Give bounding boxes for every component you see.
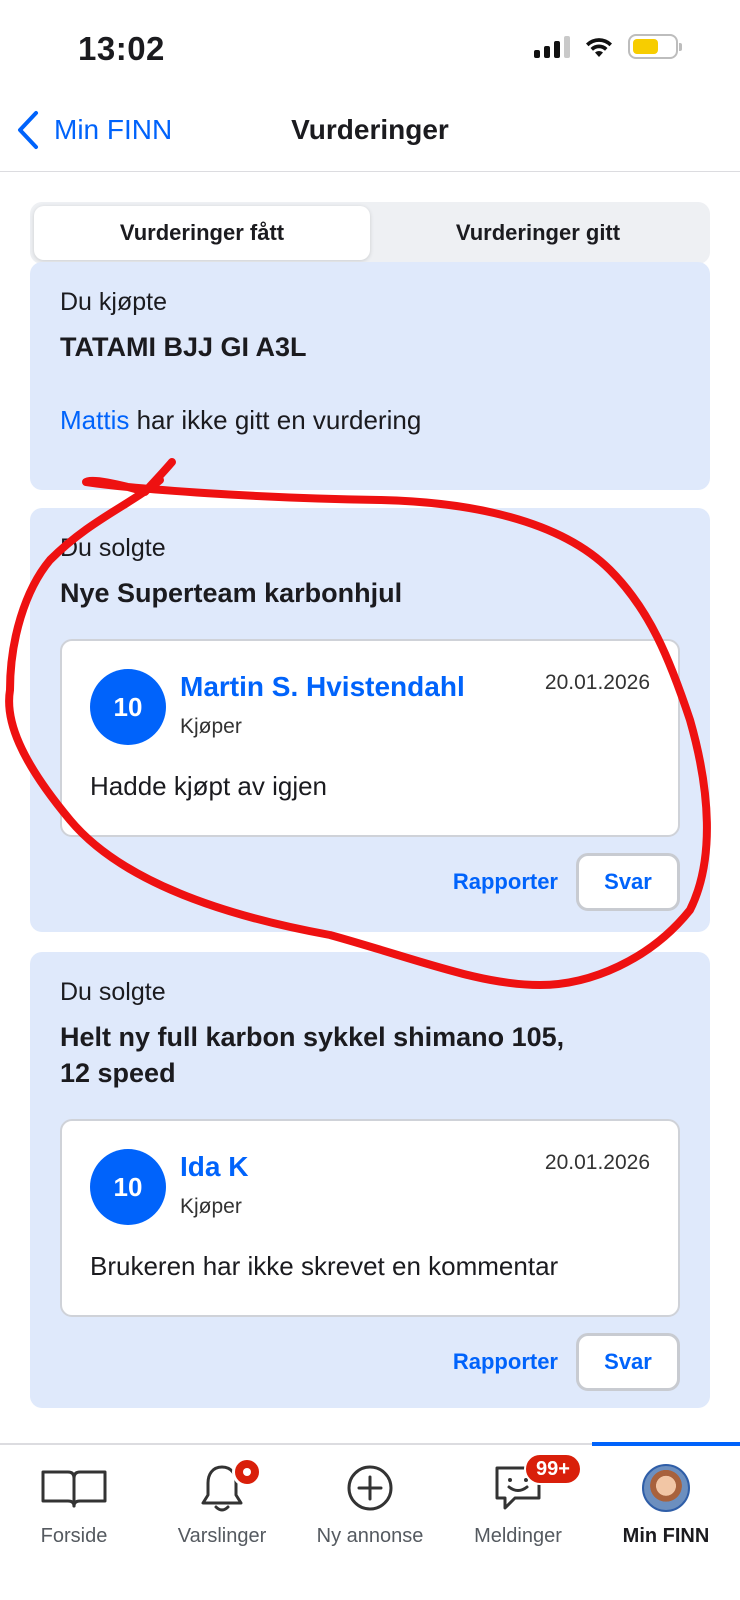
tab-meldinger[interactable]: 99+ Meldinger [444,1453,592,1548]
card-title-line: 12 speed [60,1058,176,1088]
counterparty-link[interactable]: Mattis [60,405,129,435]
card-kind: Du solgte [60,978,166,1006]
avatar [642,1464,690,1512]
review-date: 20.01.2026 [544,1151,650,1174]
rating-card: Du solgte Nye Superteam karbonhjul 10 Ma… [30,508,710,932]
review-actions: Rapporter Svar [60,1333,680,1391]
card-title: TATAMI BJJ GI A3L [60,332,307,362]
review-box: 10 Martin S. Hvistendahl Kjøper 20.01.20… [60,639,680,837]
reviewer-name-link[interactable]: Ida K [180,1151,248,1183]
status-bar: 13:02 [0,0,740,100]
card-kind: Du solgte [60,534,166,562]
tab-min-finn[interactable]: Min FINN [592,1459,740,1548]
status-icons [534,34,682,59]
reviewer-role: Kjøper [180,1195,242,1218]
no-review-label: har ikke gitt en vurdering [129,405,422,435]
rating-card: Du solgte Helt ny full karbon sykkel shi… [30,952,710,1408]
bottom-tab-bar: Forside Varslinger Ny annonse 99+ Meldin… [0,1442,740,1600]
report-button[interactable]: Rapporter [453,869,558,895]
tab-ny-annonse[interactable]: Ny annonse [296,1459,444,1548]
card-kind: Du kjøpte [60,288,167,316]
review-comment: Brukeren har ikke skrevet en kommentar [90,1251,559,1281]
tab-forside[interactable]: Forside [0,1459,148,1548]
tab-label: Forside [40,1525,108,1547]
tab-label: Min FINN [622,1525,710,1547]
nav-header: Min FINN Vurderinger [0,100,740,172]
message-count-badge: 99+ [524,1453,582,1485]
reply-button[interactable]: Svar [576,1333,680,1391]
review-box: 10 Ida K Kjøper 20.01.2026 Brukeren har … [60,1119,680,1317]
report-button[interactable]: Rapporter [453,1349,558,1375]
tab-varslinger[interactable]: Varslinger [148,1457,296,1548]
score-badge: 10 [90,669,166,745]
reply-button[interactable]: Svar [576,853,680,911]
book-icon [41,1470,107,1508]
reviewer-role: Kjøper [180,715,242,738]
tab-ratings-received[interactable]: Vurderinger fått [34,206,370,260]
active-tab-indicator [592,1442,740,1446]
page-title: Vurderinger [291,114,449,145]
tab-label: Varslinger [177,1525,267,1547]
card-title: Helt ny full karbon sykkel shimano 105, … [60,1019,680,1091]
card-title: Nye Superteam karbonhjul [60,578,403,608]
review-comment: Hadde kjøpt av igjen [90,771,328,801]
battery-icon [628,34,682,59]
tab-label: Ny annonse [316,1525,424,1547]
card-title-line: Helt ny full karbon sykkel shimano 105, [60,1022,565,1052]
rating-card: Du kjøpte TATAMI BJJ GI A3L Mattis har i… [30,262,710,490]
no-review-text: Mattis har ikke gitt en vurdering [60,405,680,436]
review-actions: Rapporter Svar [60,853,680,911]
segmented-tabs: Vurderinger fått Vurderinger gitt [30,202,710,264]
plus-circle-icon [347,1465,393,1511]
tab-ratings-given[interactable]: Vurderinger gitt [370,206,706,260]
status-time: 13:02 [78,30,165,67]
tab-label: Meldinger [474,1525,562,1547]
review-date: 20.01.2026 [544,671,650,694]
notification-dot-badge [232,1457,262,1487]
reviewer-name-link[interactable]: Martin S. Hvistendahl [180,671,465,703]
cellular-signal-icon [534,35,570,58]
score-badge: 10 [90,1149,166,1225]
wifi-icon [586,37,612,57]
